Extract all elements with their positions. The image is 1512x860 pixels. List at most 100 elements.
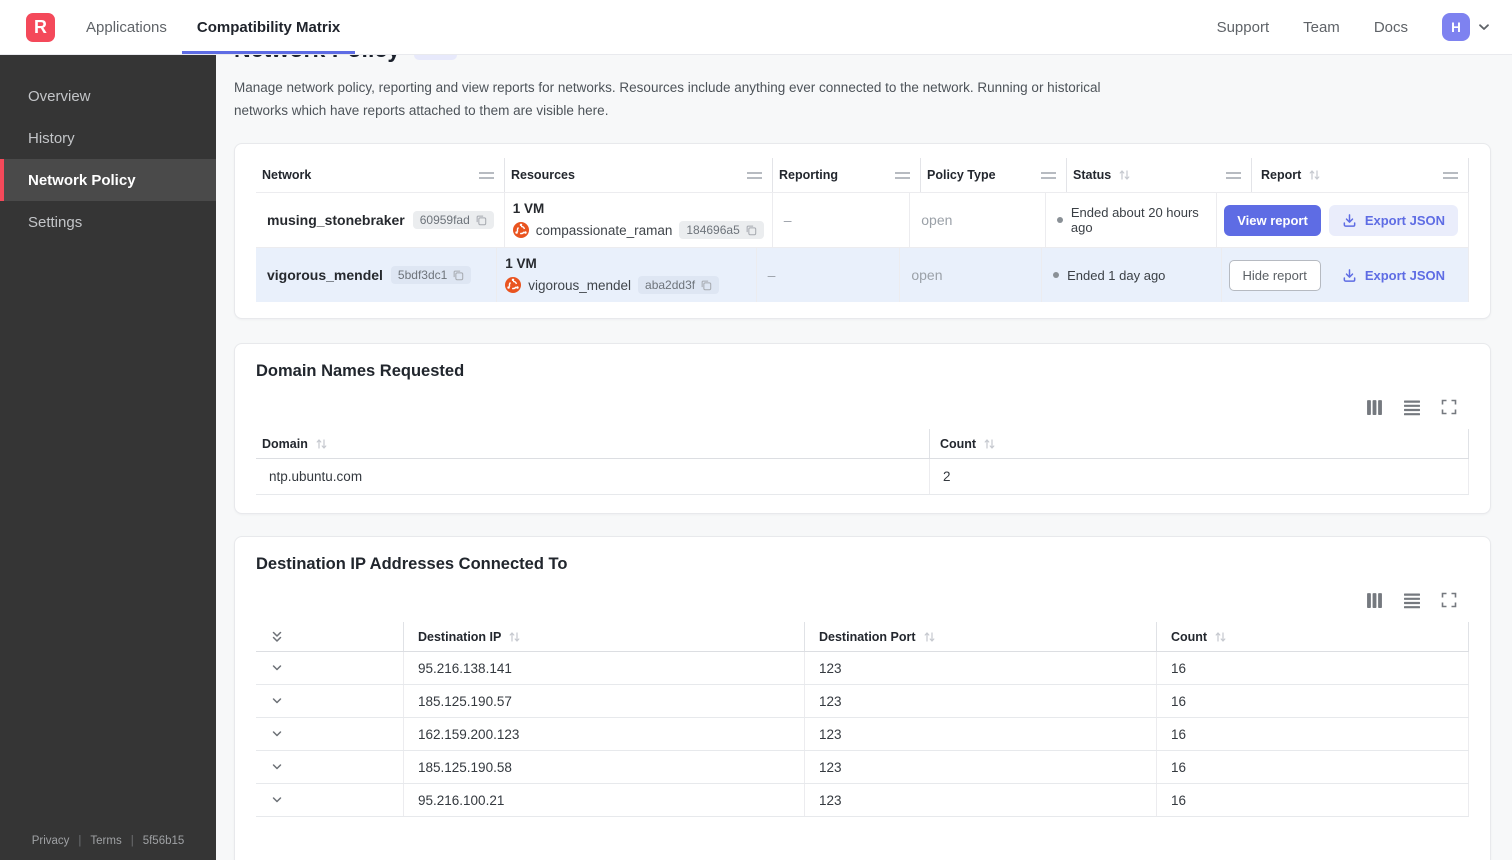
- column-header-policy-type[interactable]: Policy Type: [921, 158, 1067, 192]
- chevron-down-icon: [272, 731, 282, 737]
- column-resize-handle-icon[interactable]: [479, 171, 494, 179]
- resource-id-pill[interactable]: aba2dd3f: [638, 276, 720, 294]
- card-toolbar: [256, 397, 1469, 417]
- sort-icon[interactable]: [983, 438, 996, 450]
- chevron-down-icon: [272, 698, 282, 704]
- destination-port-cell: 123: [805, 652, 1157, 684]
- networks-table-header: Network Resources Reporting Policy Type …: [256, 158, 1469, 192]
- column-label: Report: [1261, 168, 1302, 182]
- row-expander[interactable]: [256, 751, 404, 783]
- destination-row[interactable]: 162.159.200.123 123 16: [256, 718, 1469, 751]
- chevron-down-icon[interactable]: [1476, 19, 1492, 35]
- footer-divider: |: [78, 835, 82, 847]
- rows-view-icon[interactable]: [1403, 399, 1421, 416]
- column-resize-handle-icon[interactable]: [895, 171, 910, 179]
- user-menu[interactable]: H: [1442, 13, 1492, 41]
- column-resize-handle-icon[interactable]: [747, 171, 762, 179]
- ubuntu-icon: [512, 222, 529, 238]
- sort-icon[interactable]: [923, 631, 936, 643]
- column-header-resources[interactable]: Resources: [505, 158, 773, 192]
- status-dot-icon: [1056, 217, 1063, 223]
- view-report-button[interactable]: View report: [1224, 204, 1321, 236]
- columns-view-icon[interactable]: [1366, 399, 1383, 416]
- column-resize-handle-icon[interactable]: [1443, 171, 1458, 179]
- column-header-reporting[interactable]: Reporting: [773, 158, 921, 192]
- build-hash: 5f56b15: [142, 835, 185, 847]
- network-id-pill[interactable]: 5bdf3dc1: [390, 266, 472, 284]
- export-label: Export JSON: [1364, 267, 1445, 283]
- reporting-cell: –: [757, 248, 901, 302]
- network-id-pill[interactable]: 60959fad: [412, 211, 494, 229]
- terms-link[interactable]: Terms: [90, 835, 121, 847]
- destination-row[interactable]: 185.125.190.58 123 16: [256, 751, 1469, 784]
- column-header-count[interactable]: Count: [930, 429, 1469, 458]
- destination-port-cell: 123: [805, 784, 1157, 816]
- row-expander[interactable]: [256, 652, 404, 684]
- report-cell: Hide report Export JSON: [1222, 248, 1469, 302]
- destination-port-cell: 123: [805, 751, 1157, 783]
- sort-icon[interactable]: [315, 438, 328, 450]
- column-label: Destination Port: [819, 629, 916, 644]
- domain-row[interactable]: ntp.ubuntu.com 2: [256, 459, 1469, 495]
- networks-table-card: Network Resources Reporting Policy Type …: [234, 143, 1491, 319]
- sort-icon[interactable]: [1214, 631, 1227, 643]
- column-header-destination-port[interactable]: Destination Port: [805, 622, 1157, 651]
- destination-ip-cell: 162.159.200.123: [404, 718, 805, 750]
- sort-icon[interactable]: [1118, 169, 1131, 181]
- row-expander[interactable]: [256, 718, 404, 750]
- rows-view-icon[interactable]: [1403, 592, 1421, 609]
- domains-table-header: Domain Count: [256, 429, 1469, 459]
- column-resize-handle-icon[interactable]: [1226, 171, 1241, 179]
- column-header-domain[interactable]: Domain: [256, 429, 930, 458]
- column-label: Status: [1073, 168, 1112, 182]
- reporting-cell: –: [773, 193, 911, 247]
- destination-ip-cell: 95.216.100.21: [404, 784, 805, 816]
- primary-nav: Applications Compatibility Matrix: [71, 0, 356, 54]
- sidebar-item-settings[interactable]: Settings: [0, 201, 216, 243]
- policy-type-cell: open: [900, 248, 1043, 302]
- resource-id-pill[interactable]: 184696a5: [679, 221, 764, 239]
- export-json-button[interactable]: Export JSON: [1329, 260, 1458, 291]
- sidebar-item-history[interactable]: History: [0, 117, 216, 159]
- column-header-report[interactable]: Report: [1252, 158, 1469, 192]
- destination-row[interactable]: 95.216.138.141 123 16: [256, 652, 1469, 685]
- export-json-button[interactable]: Export JSON: [1328, 204, 1458, 236]
- status-text: Ended about 20 hours ago: [1070, 205, 1199, 235]
- column-header-destination-ip[interactable]: Destination IP: [404, 622, 805, 651]
- row-expander[interactable]: [256, 685, 404, 717]
- fullscreen-icon[interactable]: [1441, 592, 1457, 608]
- sidebar-item-overview[interactable]: Overview: [0, 75, 216, 117]
- chevron-down-icon: [272, 797, 282, 803]
- status-text: Ended 1 day ago: [1067, 267, 1166, 283]
- column-header-network[interactable]: Network: [256, 158, 505, 192]
- avatar[interactable]: H: [1442, 13, 1470, 41]
- column-header-status[interactable]: Status: [1067, 158, 1252, 192]
- sort-icon[interactable]: [508, 631, 521, 643]
- tab-compatibility-matrix[interactable]: Compatibility Matrix: [181, 0, 356, 54]
- column-label: Reporting: [779, 168, 839, 182]
- privacy-link[interactable]: Privacy: [32, 835, 70, 847]
- destination-port-cell: 123: [805, 718, 1157, 750]
- ubuntu-icon: [505, 277, 522, 293]
- column-resize-handle-icon[interactable]: [1041, 171, 1056, 179]
- column-header-count[interactable]: Count: [1157, 622, 1469, 651]
- network-row[interactable]: musing_stonebraker 60959fad 1 VM compass…: [256, 192, 1469, 247]
- sort-icon[interactable]: [1308, 169, 1321, 181]
- link-docs[interactable]: Docs: [1374, 19, 1408, 36]
- destination-ip-cell: 185.125.190.58: [404, 751, 805, 783]
- link-team[interactable]: Team: [1303, 19, 1340, 36]
- row-expander[interactable]: [256, 784, 404, 816]
- expand-all-header[interactable]: [256, 622, 404, 651]
- destination-row[interactable]: 95.216.100.21 123 16: [256, 784, 1469, 817]
- link-support[interactable]: Support: [1217, 19, 1270, 36]
- network-row[interactable]: vigorous_mendel 5bdf3dc1 1 VM vigorous_m…: [256, 247, 1469, 302]
- app-logo[interactable]: R: [26, 12, 55, 42]
- export-label: Export JSON: [1364, 212, 1445, 228]
- columns-view-icon[interactable]: [1366, 592, 1383, 609]
- destination-row[interactable]: 185.125.190.57 123 16: [256, 685, 1469, 718]
- tab-applications[interactable]: Applications: [71, 0, 182, 54]
- hide-report-button[interactable]: Hide report: [1228, 259, 1321, 291]
- column-label: Resources: [511, 168, 575, 182]
- sidebar-item-network-policy[interactable]: Network Policy: [0, 159, 216, 201]
- fullscreen-icon[interactable]: [1441, 399, 1457, 415]
